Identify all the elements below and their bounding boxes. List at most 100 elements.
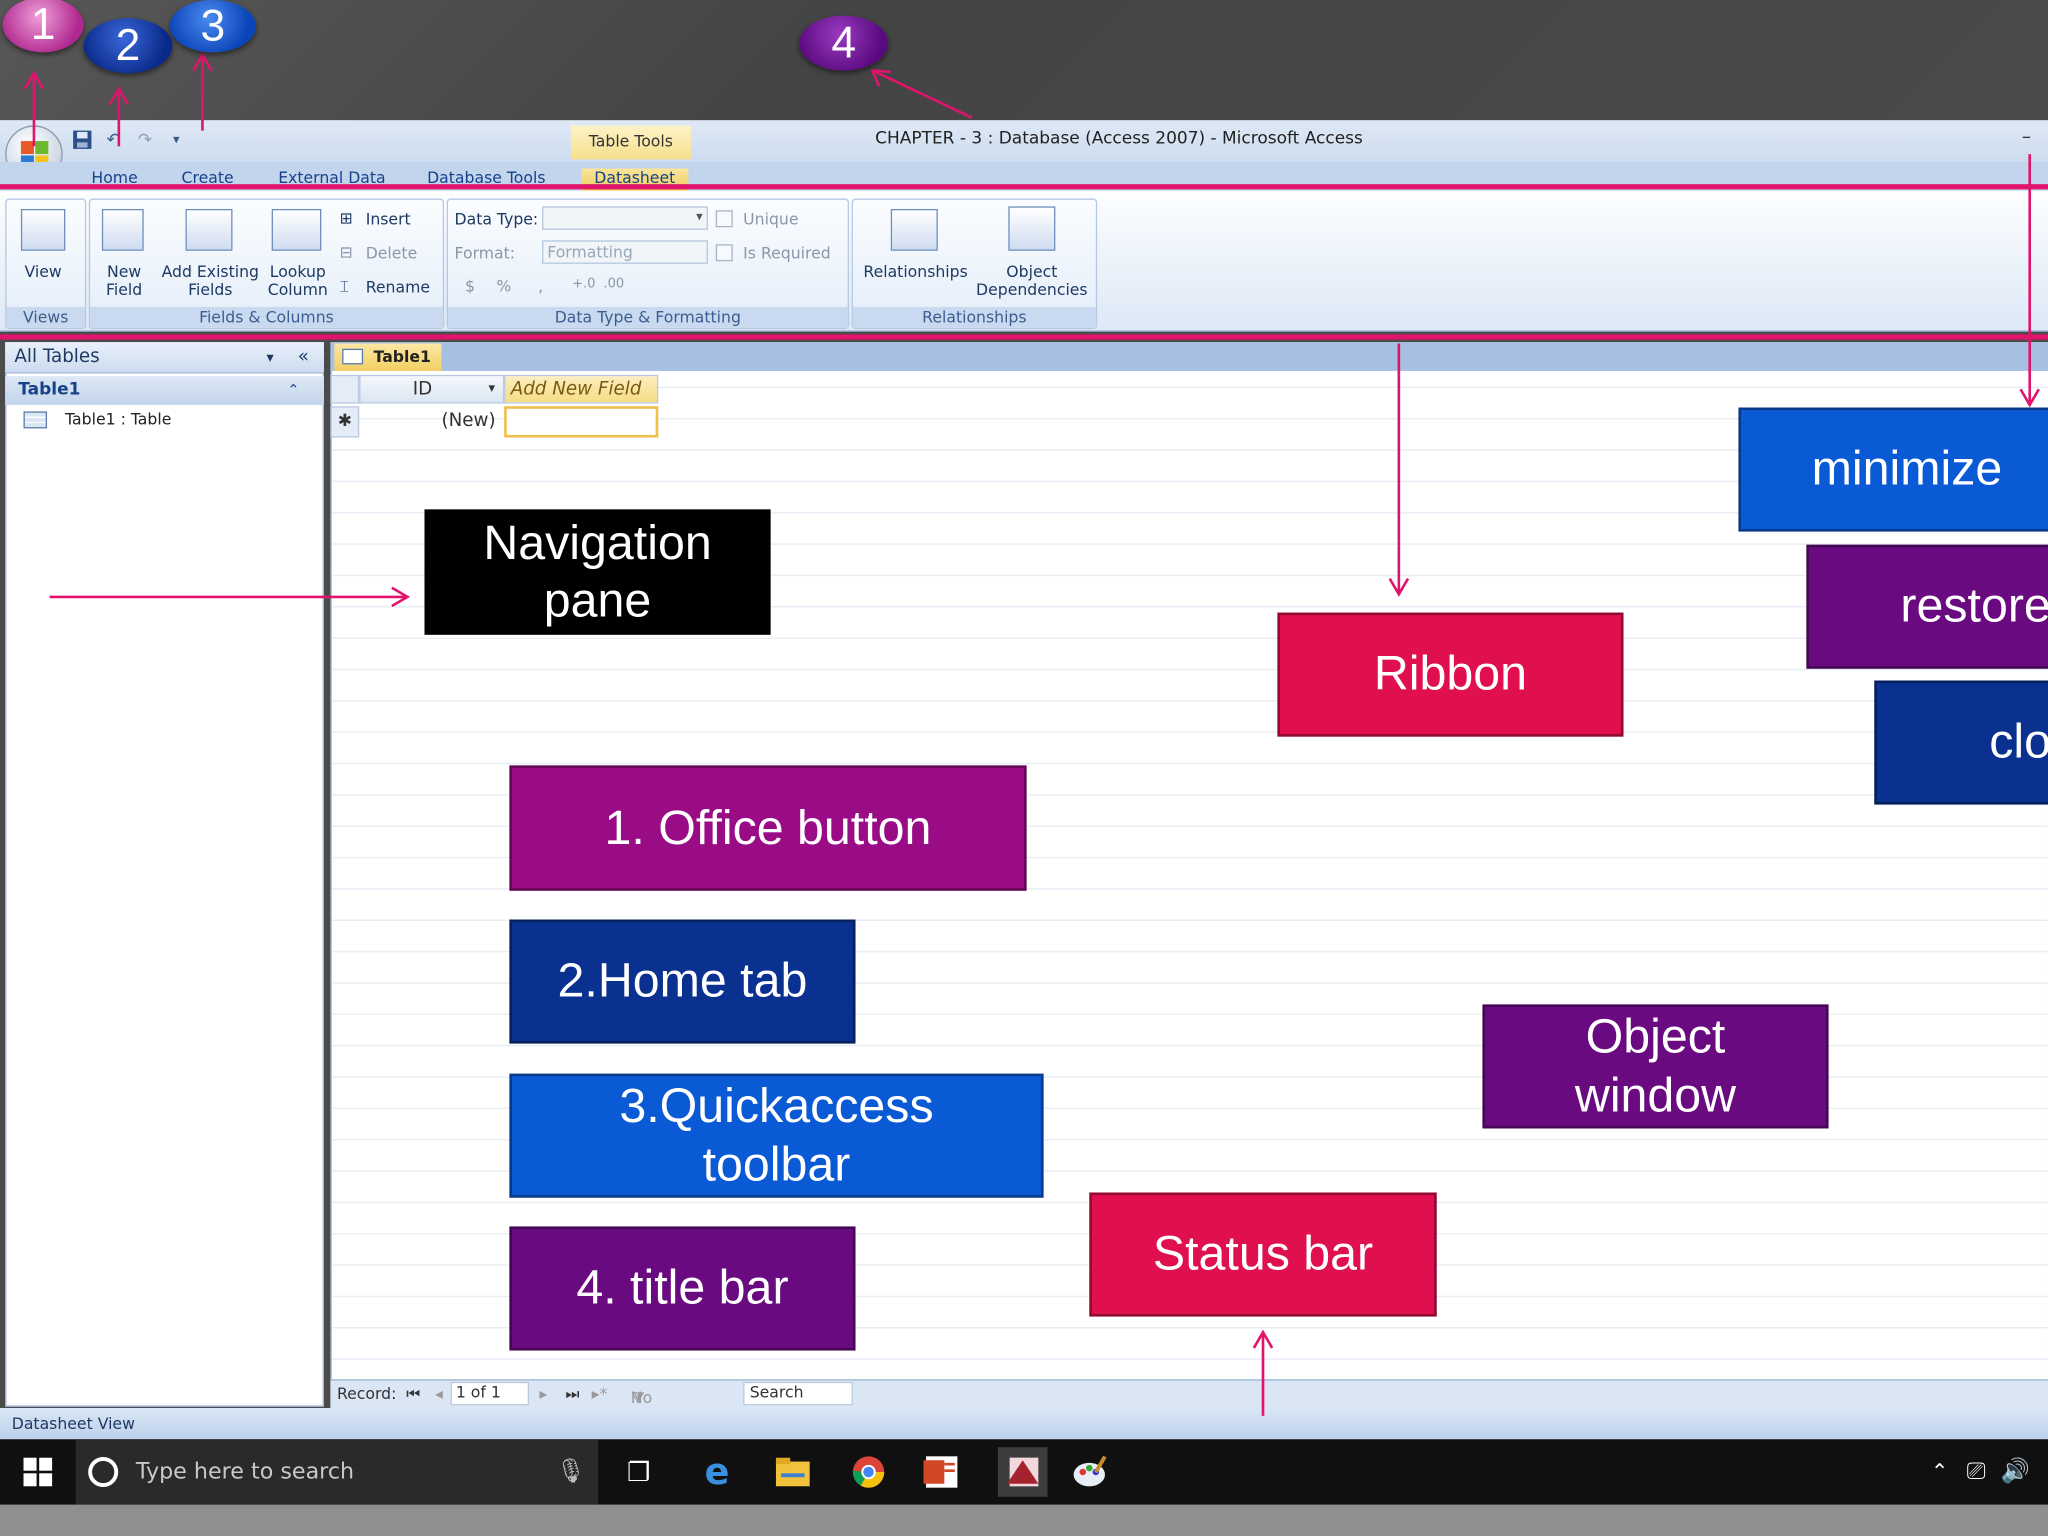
table-tools-context-tab: Table Tools	[570, 125, 691, 160]
nav-pane-header[interactable]: All Tables ▾ «	[5, 342, 324, 374]
current-record-field[interactable]: 1 of 1	[450, 1381, 529, 1406]
currency-button[interactable]: $	[465, 277, 475, 295]
file-explorer-icon[interactable]	[773, 1452, 812, 1491]
badge-2: 2	[83, 18, 173, 74]
relationships-button[interactable]: Relationships	[857, 263, 975, 281]
column-header-id-label: ID	[412, 378, 433, 400]
new-field-button[interactable]: New Field	[94, 263, 154, 300]
group-label-relationships: Relationships	[852, 306, 1096, 328]
unique-label: Unique	[743, 210, 799, 229]
minimize-button[interactable]: –	[2022, 127, 2031, 148]
windows-start-icon[interactable]	[18, 1452, 57, 1491]
insert-icon: ⊞	[339, 208, 353, 228]
microphone-icon[interactable]: 🎙	[551, 1452, 590, 1491]
group-label-data-type: Data Type & Formatting	[447, 306, 848, 328]
edge-browser-icon[interactable]: e	[697, 1452, 736, 1491]
new-record-button[interactable]: ▸*	[592, 1384, 608, 1402]
group-label-fields-columns: Fields & Columns	[90, 306, 443, 328]
previous-record-button[interactable]: ◂	[435, 1384, 443, 1402]
table-icon	[23, 411, 48, 429]
access-app-icon[interactable]	[997, 1447, 1048, 1497]
badge-1: 1	[2, 0, 84, 53]
view-button[interactable]: View	[18, 263, 68, 281]
rename-button[interactable]: Rename	[366, 278, 430, 296]
document-tab-strip	[330, 342, 2048, 371]
format-select[interactable]: Formatting	[542, 240, 708, 264]
customize-qat-chevron-down-icon[interactable]: ▾	[165, 128, 189, 152]
add-existing-fields-button[interactable]: Add Existing Fields	[157, 263, 264, 300]
chrome-browser-icon[interactable]	[849, 1452, 888, 1491]
decrease-decimals-button[interactable]: .00	[603, 277, 624, 291]
first-record-button[interactable]: ⏮	[406, 1384, 420, 1404]
label-office-button: 1. Office button	[509, 765, 1027, 891]
object-dependencies-icon	[1008, 206, 1056, 251]
navigation-pane	[5, 342, 324, 1407]
nav-pane-header-label: All Tables	[14, 346, 100, 368]
status-text: Datasheet View	[11, 1414, 135, 1433]
record-label: Record:	[336, 1384, 397, 1403]
delete-icon: ⊟	[339, 242, 353, 262]
redo-icon[interactable]: ↷	[133, 128, 157, 152]
label-restore: restore	[1806, 544, 2048, 669]
collapse-group-icon[interactable]: ⌃	[287, 376, 299, 405]
label-home-tab: 2.Home tab	[509, 919, 856, 1044]
delete-button[interactable]: Delete	[366, 244, 418, 262]
percent-button[interactable]: %	[496, 277, 511, 295]
label-ribbon: Ribbon	[1277, 612, 1624, 737]
label-status-bar: Status bar	[1089, 1192, 1437, 1317]
last-record-button[interactable]: ⏭	[566, 1384, 580, 1404]
select-all-button[interactable]	[330, 374, 360, 404]
search-input[interactable]: Search	[743, 1381, 853, 1406]
new-record-marker: ✱	[330, 406, 360, 438]
unique-checkbox[interactable]	[715, 210, 733, 228]
data-type-label: Data Type:	[454, 210, 539, 229]
show-hidden-icons-chevron-up-icon[interactable]: ⌃	[1920, 1452, 1959, 1491]
comma-button[interactable]: ,	[538, 277, 543, 295]
relationships-icon	[890, 208, 938, 251]
save-icon[interactable]	[71, 128, 95, 152]
insert-button[interactable]: Insert	[366, 210, 411, 228]
label-object-window: Object window	[1482, 1004, 1829, 1129]
network-icon[interactable]: ⎚	[1957, 1452, 1996, 1491]
collapse-pane-icon[interactable]: «	[298, 342, 309, 372]
nav-item-table1[interactable]: Table1 : Table	[23, 410, 171, 429]
label-title-bar: 4. title bar	[509, 1226, 856, 1351]
column-header-id[interactable]: ID ▾	[359, 374, 505, 404]
cortana-circle-icon	[84, 1452, 123, 1491]
label-quick-access-toolbar: 3.Quickaccess toolbar	[509, 1073, 1044, 1198]
cell-add-new-field[interactable]	[504, 406, 659, 438]
task-view-icon[interactable]: ❐	[619, 1452, 658, 1491]
table-icon	[342, 348, 364, 365]
label-minimize: minimize	[1738, 407, 2048, 532]
object-dependencies-button[interactable]: Object Dependencies	[972, 263, 1092, 300]
chevron-down-icon[interactable]: ▾	[488, 376, 495, 402]
next-record-button[interactable]: ▸	[539, 1384, 547, 1402]
tab-table1[interactable]: Table1	[334, 343, 442, 371]
data-type-select[interactable]: ▾	[542, 206, 708, 230]
new-field-icon	[101, 208, 144, 251]
cell-id-new[interactable]: (New)	[441, 406, 504, 437]
group-label-views: Views	[6, 306, 85, 328]
increase-decimals-button[interactable]: +.0	[572, 277, 595, 291]
nav-group-table1[interactable]: Table1 ⌃	[5, 376, 324, 405]
ribbon-bottom-marker-line	[0, 334, 2048, 340]
window-title: CHAPTER - 3 : Database (Access 2007) - M…	[875, 129, 1363, 149]
paint-app-icon[interactable]	[1071, 1452, 1110, 1491]
badge-4: 4	[799, 15, 889, 71]
powerpoint-app-icon[interactable]	[922, 1452, 961, 1491]
format-label: Format:	[454, 244, 516, 263]
undo-icon[interactable]: ↶	[102, 128, 126, 152]
slide-stage: ↶ ↷ ▾ Table Tools CHAPTER - 3 : Database…	[0, 0, 2048, 1536]
rename-icon: ⌶	[339, 276, 349, 296]
chevron-down-icon[interactable]: ▾	[266, 342, 273, 372]
quick-access-toolbar: ↶ ↷ ▾	[71, 125, 189, 154]
record-navigation-bar: Record: ⏮ ◂ 1 of 1 ▸ ⏭ ▸* ⧩ No Filter Se…	[330, 1379, 2048, 1425]
column-header-add-new-field[interactable]: Add New Field	[504, 374, 659, 404]
is-required-label: Is Required	[743, 244, 831, 263]
nav-group-label: Table1	[18, 380, 81, 400]
lookup-column-button[interactable]: Lookup Column	[264, 263, 332, 300]
is-required-checkbox[interactable]	[715, 244, 733, 262]
badge-3: 3	[169, 0, 256, 53]
volume-icon[interactable]: 🔊	[1996, 1452, 2035, 1491]
lookup-column-icon	[271, 208, 322, 251]
